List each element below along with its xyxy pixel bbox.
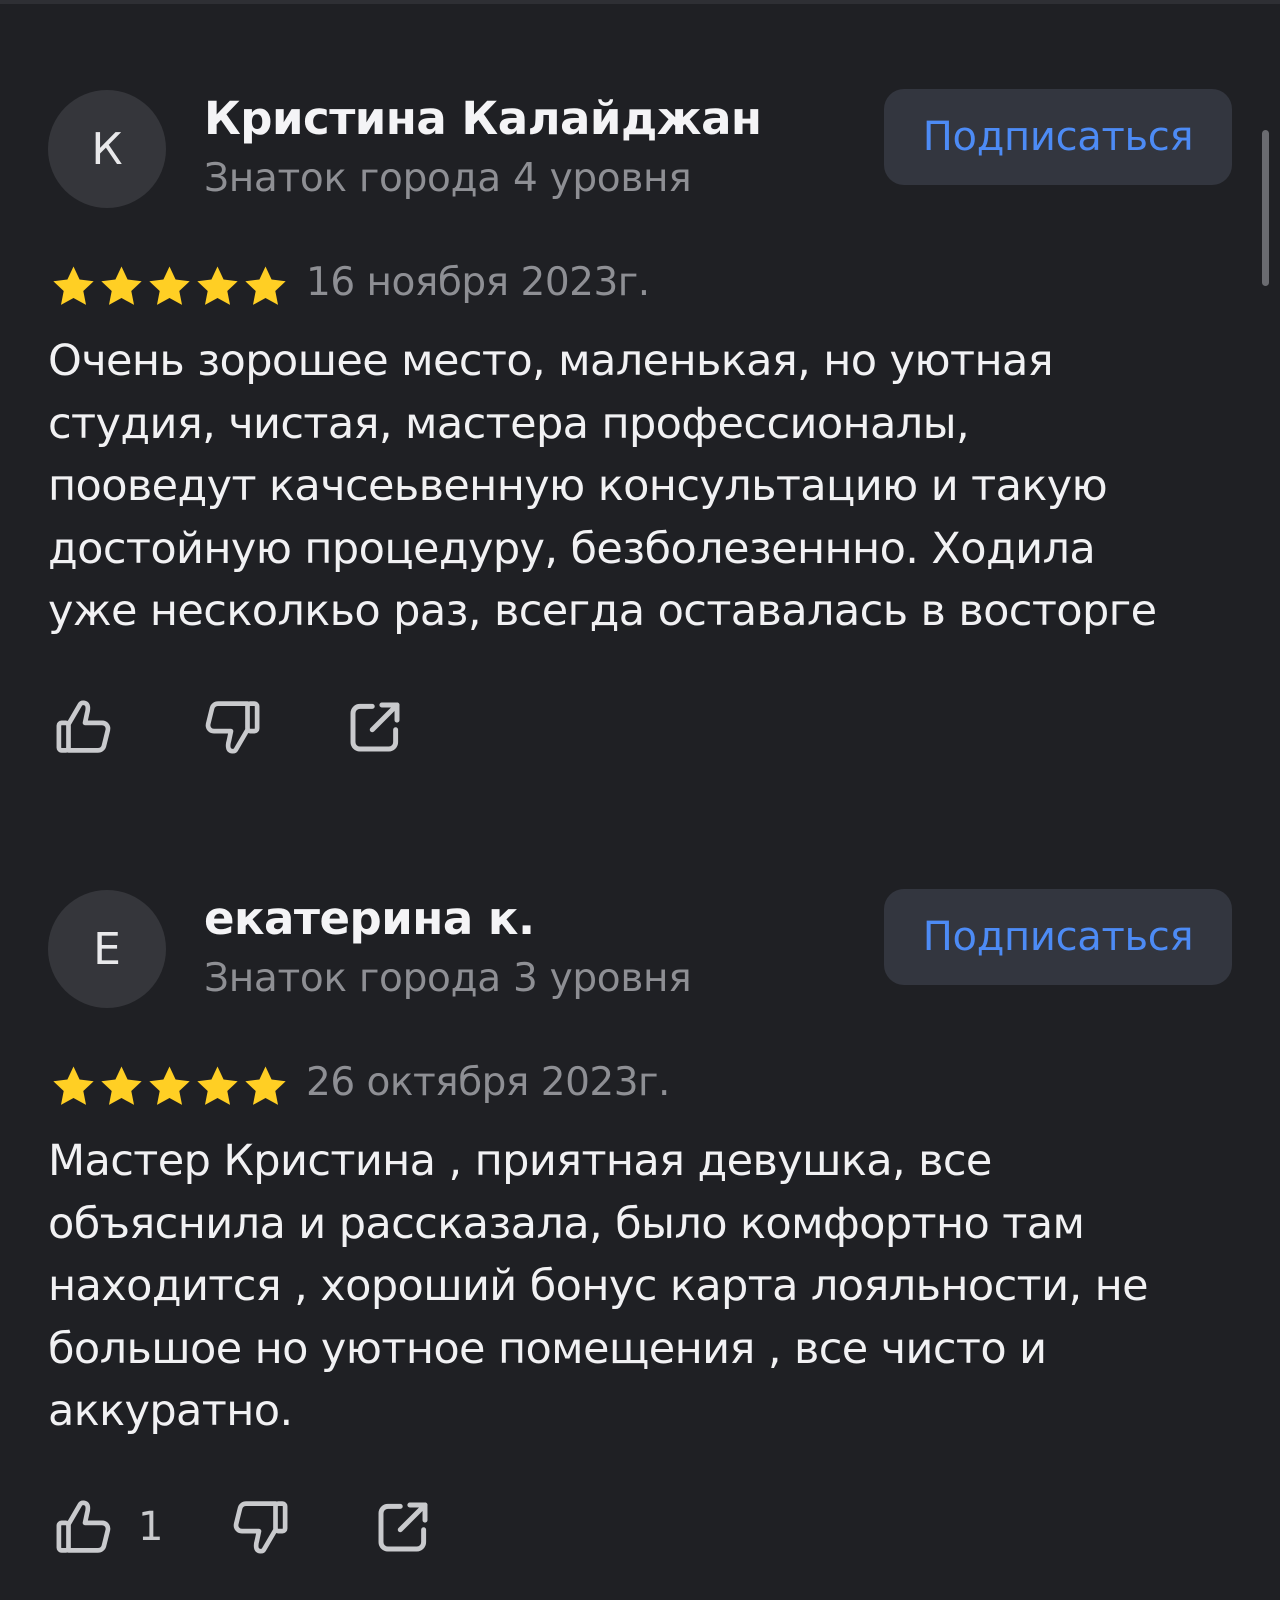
- review-text-line: студия, чистая, мастера профессионалы,: [48, 398, 970, 449]
- star-icon: [101, 266, 142, 305]
- avatar[interactable]: К: [48, 90, 166, 208]
- dislike-button[interactable]: [198, 692, 264, 762]
- dislike-button[interactable]: [226, 1492, 292, 1562]
- scrollbar[interactable]: [1262, 130, 1269, 286]
- star-icon: [149, 266, 190, 305]
- share-button[interactable]: [342, 692, 408, 762]
- thumbs-up-icon: [56, 700, 111, 753]
- review-text-line: находится , хороший бонус карта лояльнос…: [48, 1261, 1149, 1311]
- review-text-line: Мастер Кристина , приятная девушка, все: [48, 1136, 992, 1186]
- thumbs-down-icon: [233, 1501, 288, 1554]
- star-icon: [245, 266, 286, 305]
- star-icon: [197, 1066, 238, 1105]
- review-text-line: аккуратно.: [48, 1386, 293, 1436]
- author-name[interactable]: екатерина к.: [204, 892, 535, 945]
- review-text-line: достойную процедуру, безболезеннно. Ходи…: [48, 523, 1096, 574]
- review-text-line: объяснила и рассказала, было комфортно т…: [48, 1198, 1085, 1249]
- author-level: Знаток города 3 уровня: [204, 956, 692, 1001]
- review-actions: 1: [52, 1492, 652, 1562]
- like-count: 1: [138, 1504, 164, 1550]
- review-date: 26 октября 2023г.: [306, 1060, 670, 1105]
- review-text-line: пооведут качсеьвенную консультацию и так…: [48, 461, 1108, 511]
- author-level: Знаток города 4 уровня: [204, 156, 692, 201]
- star-icon: [53, 1066, 94, 1105]
- star-icon: [245, 1066, 286, 1105]
- review-text-line: Очень зорошее место, маленькая, но уютна…: [48, 336, 1054, 386]
- like-button[interactable]: 1: [52, 1492, 163, 1562]
- thumbs-up-icon: [56, 1500, 111, 1553]
- rating-stars: [50, 263, 289, 311]
- review-text-line: уже несколкьо раз, всегда оставалась в в…: [48, 586, 1157, 636]
- review-date: 16 ноября 2023г.: [306, 260, 650, 305]
- star-icon: [101, 1066, 142, 1105]
- star-icon: [197, 266, 238, 305]
- review-text: Мастер Кристина , приятная девушка, все …: [48, 1130, 1238, 1443]
- star-icon: [53, 266, 94, 305]
- subscribe-button[interactable]: Подписаться: [884, 889, 1232, 985]
- review-text: Очень зорошее место, маленькая, но уютна…: [48, 330, 1238, 643]
- star-icon: [149, 1066, 190, 1105]
- author-name[interactable]: Кристина Калайджан: [204, 92, 762, 145]
- like-button[interactable]: [52, 692, 118, 762]
- top-divider: [0, 0, 1280, 4]
- share-icon: [378, 1502, 428, 1552]
- review-text-line: большое но уютное помещения , все чисто …: [48, 1323, 1047, 1374]
- rating-stars: [50, 1063, 289, 1111]
- subscribe-button[interactable]: Подписаться: [884, 89, 1232, 185]
- avatar[interactable]: Е: [48, 890, 166, 1008]
- thumbs-down-icon: [205, 701, 260, 754]
- share-icon: [350, 702, 400, 752]
- review-actions: [52, 692, 652, 762]
- share-button[interactable]: [370, 1492, 436, 1562]
